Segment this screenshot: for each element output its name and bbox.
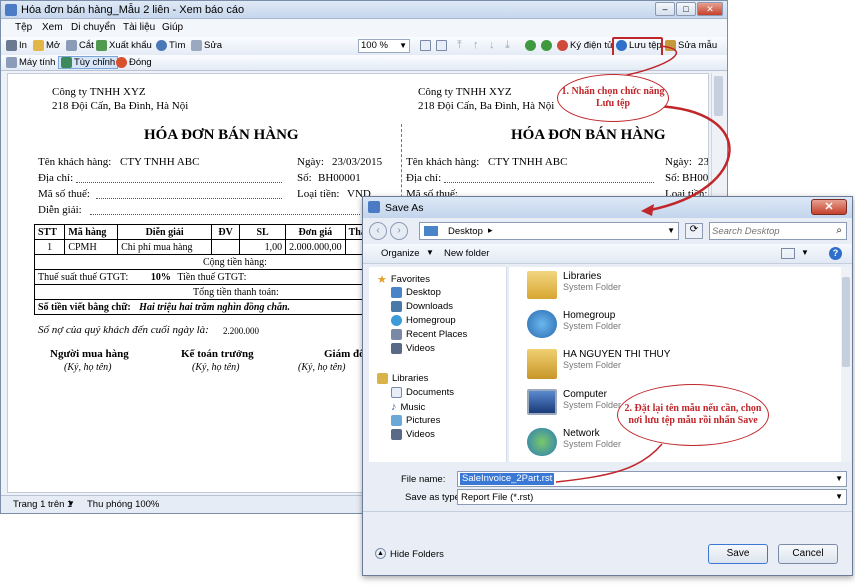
step2-callout: 2. Đặt lại tên mẫu nếu cần, chọn nơi lưu…: [617, 384, 769, 446]
arrow-to-save-button: [611, 45, 677, 79]
annotation-arrows: [555, 45, 731, 483]
arrow-head: [641, 204, 654, 216]
arrow-to-dialog: [649, 104, 731, 212]
arrow-to-file-name: [555, 443, 663, 483]
step1-callout: 1. Nhấn chọn chức năng Lưu tệp: [557, 74, 669, 122]
